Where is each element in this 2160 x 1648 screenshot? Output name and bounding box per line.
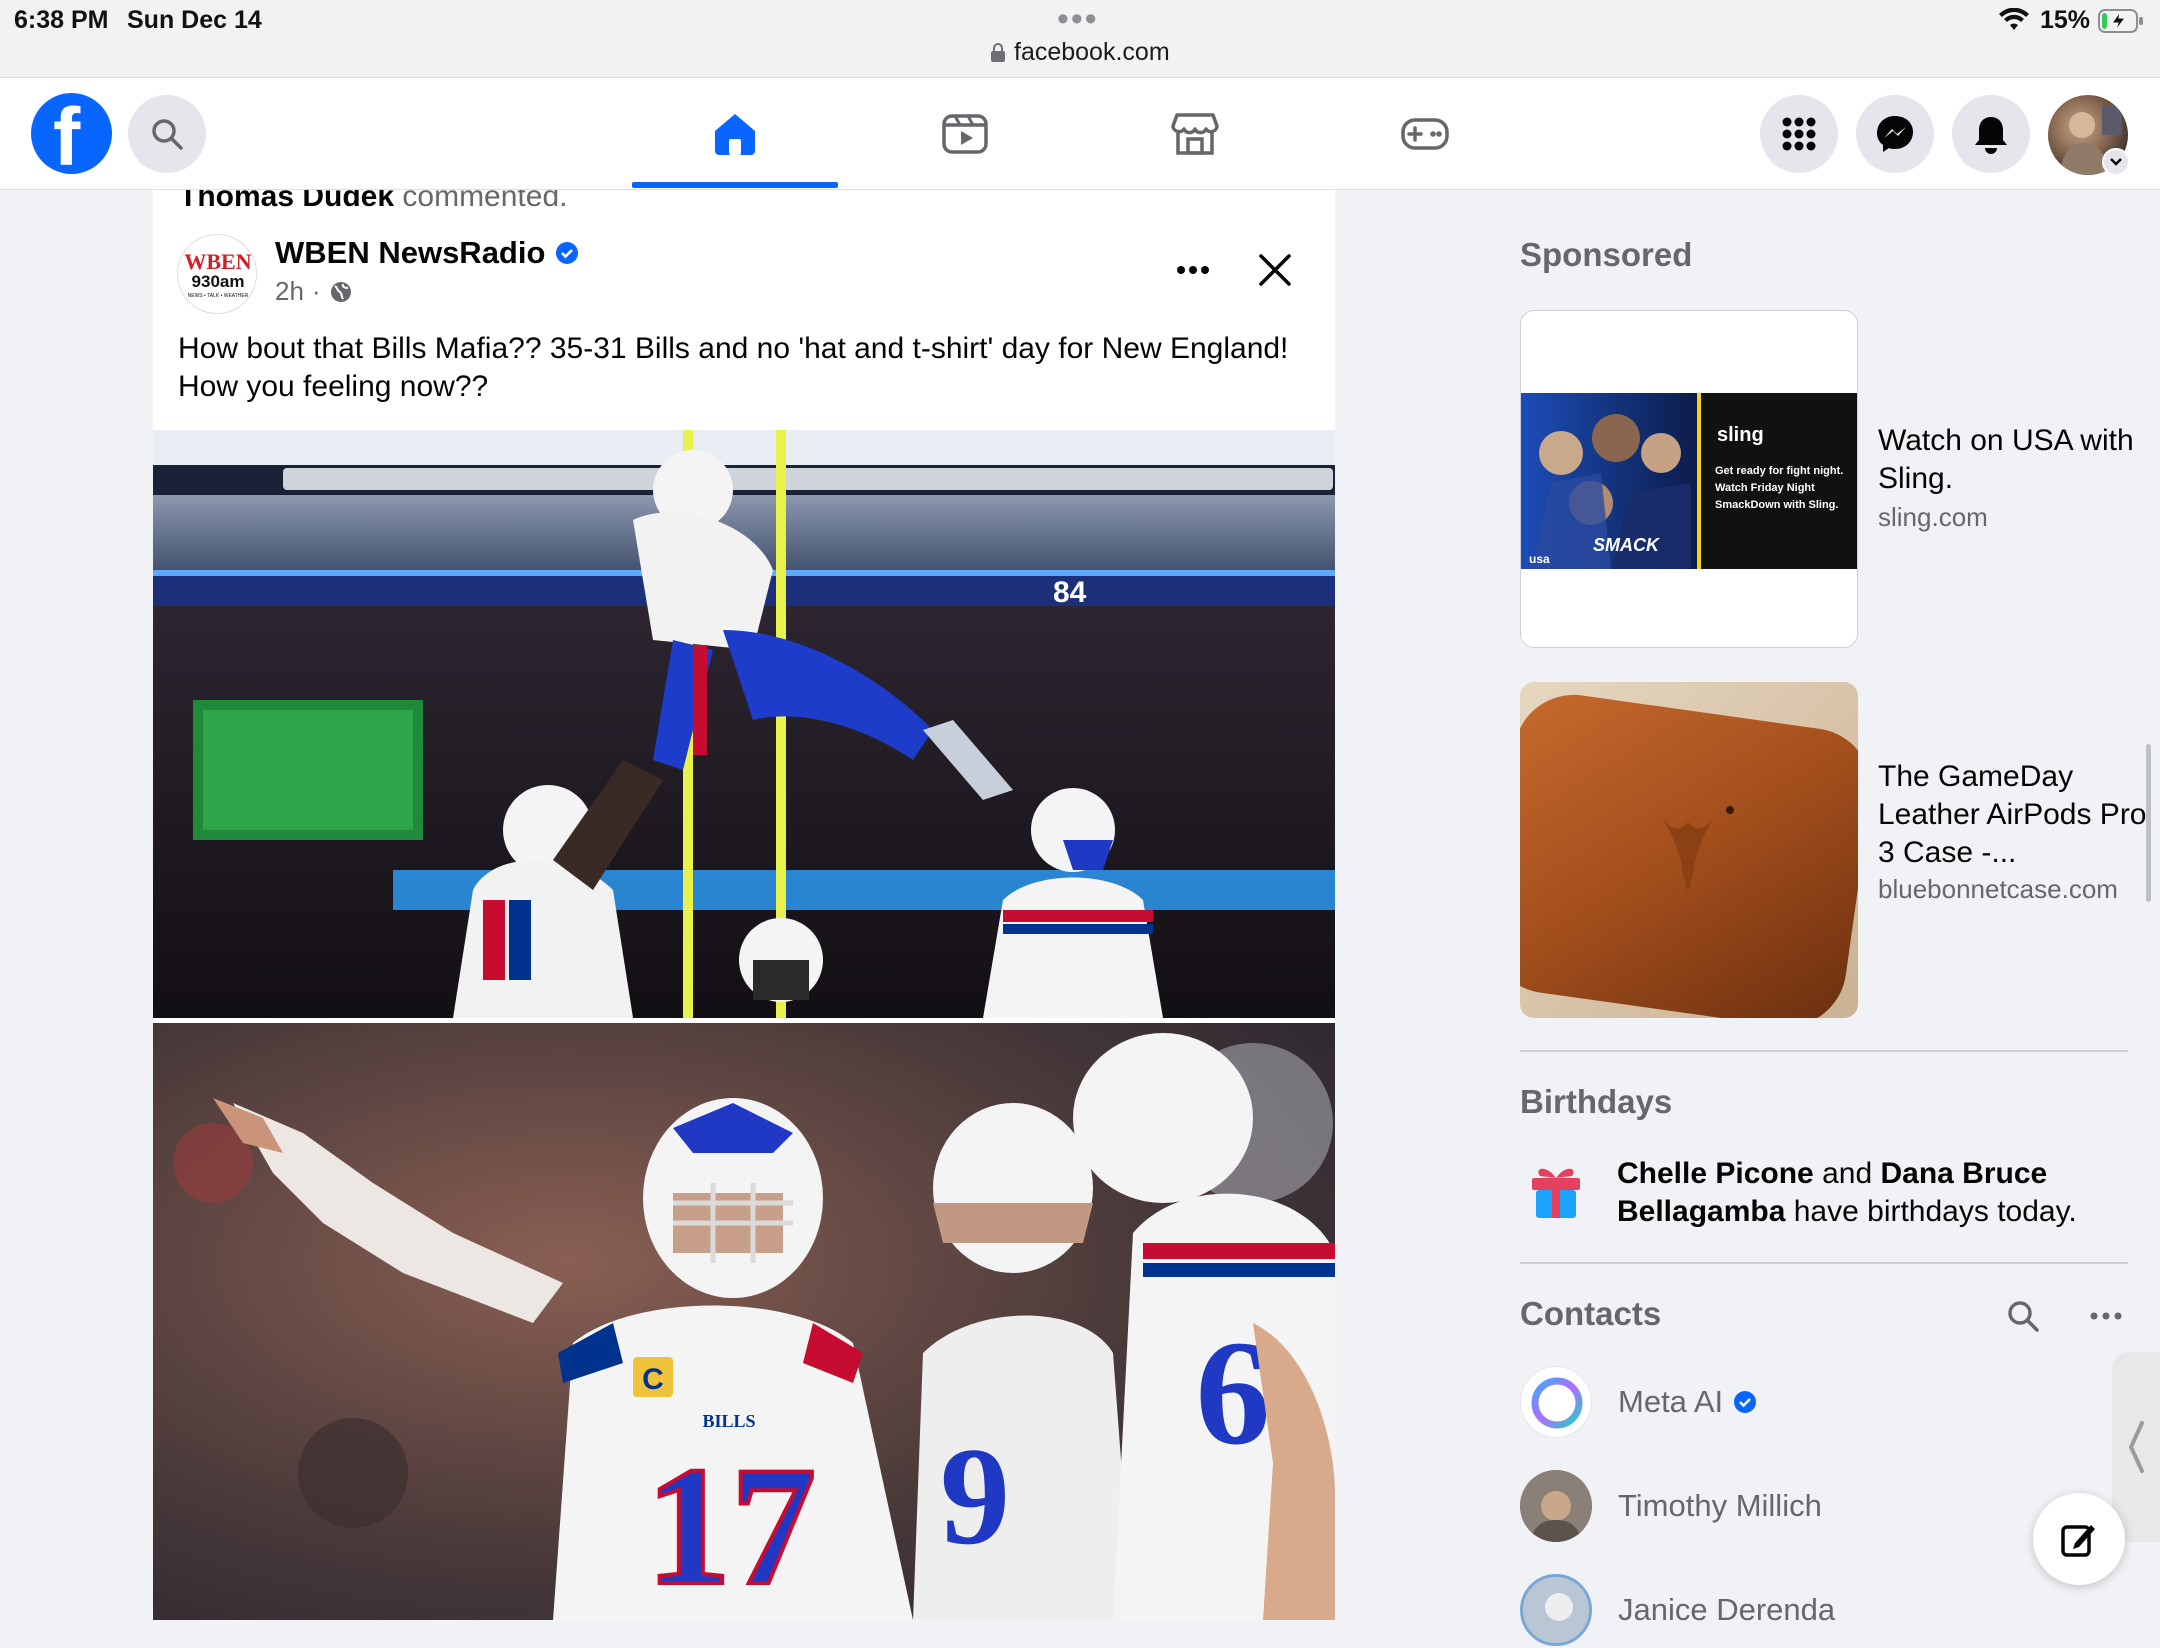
home-icon xyxy=(715,114,755,155)
tab-video[interactable] xyxy=(862,78,1068,190)
address-bar[interactable]: facebook.com xyxy=(990,38,1170,67)
contact-avatar xyxy=(1520,1574,1592,1646)
ad-sling-title[interactable]: Watch on USA with Sling. xyxy=(1878,422,2138,498)
chevron-down-icon[interactable] xyxy=(2102,148,2130,176)
tab-home[interactable] xyxy=(632,78,838,190)
contacts-heading: Contacts xyxy=(1520,1295,1662,1332)
ad1-img-network: usa xyxy=(1529,552,1550,566)
avatar-logo-sub: 930am xyxy=(192,272,245,291)
more-options-icon[interactable] xyxy=(2088,1298,2124,1334)
verified-badge-icon xyxy=(1734,1391,1757,1413)
rail-divider xyxy=(1520,1050,2128,1052)
contact-name: Timothy Millich xyxy=(1618,1488,1822,1523)
post-photo-quarterback[interactable]: C BILLS 17 9 6 xyxy=(153,1023,1335,1620)
search-icon xyxy=(152,119,183,150)
facebook-top-nav: f xyxy=(0,78,2160,190)
active-tab-indicator xyxy=(632,182,838,188)
compose-icon xyxy=(2061,1525,2095,1557)
ad1-img-brand: sling xyxy=(1717,424,1764,446)
photo2-team-wordmark: BILLS xyxy=(702,1411,755,1431)
url-text: facebook.com xyxy=(1014,38,1170,66)
search-button[interactable] xyxy=(128,95,206,173)
ad-airpods-case-domain[interactable]: bluebonnetcase.com xyxy=(1878,872,2128,906)
sponsored-heading: Sponsored xyxy=(1520,236,1693,273)
battery-charging-icon xyxy=(2098,9,2143,33)
contact-name: Janice Derenda xyxy=(1618,1592,1836,1627)
post-text: How bout that Bills Mafia?? 35-31 Bills … xyxy=(178,332,1289,403)
birthdays-heading: Birthdays xyxy=(1520,1083,1673,1120)
post-time[interactable]: 2h xyxy=(275,276,304,307)
messenger-button[interactable] xyxy=(1856,95,1934,173)
avatar-logo-tagline: NEWS • TALK • WEATHER xyxy=(188,293,249,299)
bell-icon xyxy=(1975,117,2007,154)
notifications-button[interactable] xyxy=(1952,95,2030,173)
news-feed: Thomas Dudek commented. WBEN 930am NEWS … xyxy=(153,190,1335,1620)
post-author[interactable]: WBEN NewsRadio xyxy=(275,235,579,271)
marketplace-icon xyxy=(1171,113,1219,155)
photo1-scoreboard-number: 84 xyxy=(1053,576,1087,609)
messenger-icon xyxy=(1877,116,1913,152)
status-time: 6:38 PM xyxy=(14,6,109,34)
activity-verb: commented. xyxy=(402,190,568,213)
contact-row[interactable]: Timothy Millich xyxy=(1520,1468,1822,1544)
post-photo-celebration[interactable]: 84 xyxy=(153,430,1335,1018)
ad-sling-image-card[interactable]: SMACK usa sling Get ready for fight nigh… xyxy=(1520,310,1858,648)
ad1-img-copy: Get ready for fight night. Watch Friday … xyxy=(1715,465,1844,511)
lock-icon xyxy=(991,42,1005,62)
post-author-name[interactable]: WBEN NewsRadio xyxy=(275,235,545,271)
close-icon[interactable] xyxy=(1253,248,1297,292)
video-icon xyxy=(942,114,988,154)
contact-name: Meta AI xyxy=(1618,1384,1724,1419)
search-icon[interactable] xyxy=(2005,1298,2041,1334)
captain-patch-letter: C xyxy=(642,1363,664,1396)
ad-airpods-case-title[interactable]: The GameDay Leather AirPods Pro 3 Case -… xyxy=(1878,758,2148,872)
gaming-icon xyxy=(1401,118,1449,150)
contact-row[interactable]: Janice Derenda xyxy=(1520,1572,1835,1648)
ad-airpods-case-image[interactable] xyxy=(1520,682,1858,1018)
birthday-name-1[interactable]: Chelle Picone xyxy=(1617,1157,1814,1190)
avatar-logo-text: WBEN xyxy=(184,249,251,274)
multitasking-dots-icon[interactable]: ••• xyxy=(1057,0,1099,39)
ad-sling-image[interactable]: SMACK usa sling Get ready for fight nigh… xyxy=(1521,393,1857,569)
menu-grid-icon xyxy=(1782,117,1816,151)
side-panel-handle[interactable] xyxy=(2112,1352,2160,1542)
tab-gaming[interactable] xyxy=(1322,78,1528,190)
verified-badge-icon xyxy=(556,242,579,264)
facebook-logo[interactable]: f xyxy=(31,93,112,174)
activity-header: Thomas Dudek commented. xyxy=(179,190,567,214)
contact-row[interactable]: Meta AI xyxy=(1520,1364,1757,1440)
scrollbar[interactable] xyxy=(2146,744,2151,902)
status-date: Sun Dec 14 xyxy=(127,6,262,34)
menu-button[interactable] xyxy=(1760,95,1838,173)
new-message-button[interactable] xyxy=(2033,1493,2125,1585)
meta-ai-avatar xyxy=(1520,1366,1592,1438)
gift-icon xyxy=(1532,1168,1580,1218)
post-author-avatar[interactable]: WBEN 930am NEWS • TALK • WEATHER xyxy=(177,234,257,314)
rail-divider xyxy=(1520,1262,2128,1264)
battery-percent: 15% xyxy=(2040,6,2091,34)
contact-avatar xyxy=(1520,1470,1592,1542)
globe-icon xyxy=(330,281,351,302)
ad1-img-logo: SMACK xyxy=(1593,535,1661,555)
birthday-text[interactable]: Chelle Picone and Dana Bruce Bellagamba … xyxy=(1617,1155,2117,1231)
more-options-icon[interactable] xyxy=(1173,248,1213,292)
activity-actor[interactable]: Thomas Dudek xyxy=(179,190,394,213)
post-meta: 2h · xyxy=(275,276,353,307)
photo2-jersey-left: 9 xyxy=(940,1419,1010,1574)
ad-sling-domain[interactable]: sling.com xyxy=(1878,502,1988,533)
tab-marketplace[interactable] xyxy=(1092,78,1298,190)
ios-status-bar: 6:38 PM Sun Dec 14 ••• facebook.com 15% xyxy=(0,0,2160,78)
chevron-left-icon xyxy=(2128,1421,2144,1473)
photo2-jersey-main: 17 xyxy=(646,1432,816,1620)
wifi-icon xyxy=(1999,8,2029,30)
